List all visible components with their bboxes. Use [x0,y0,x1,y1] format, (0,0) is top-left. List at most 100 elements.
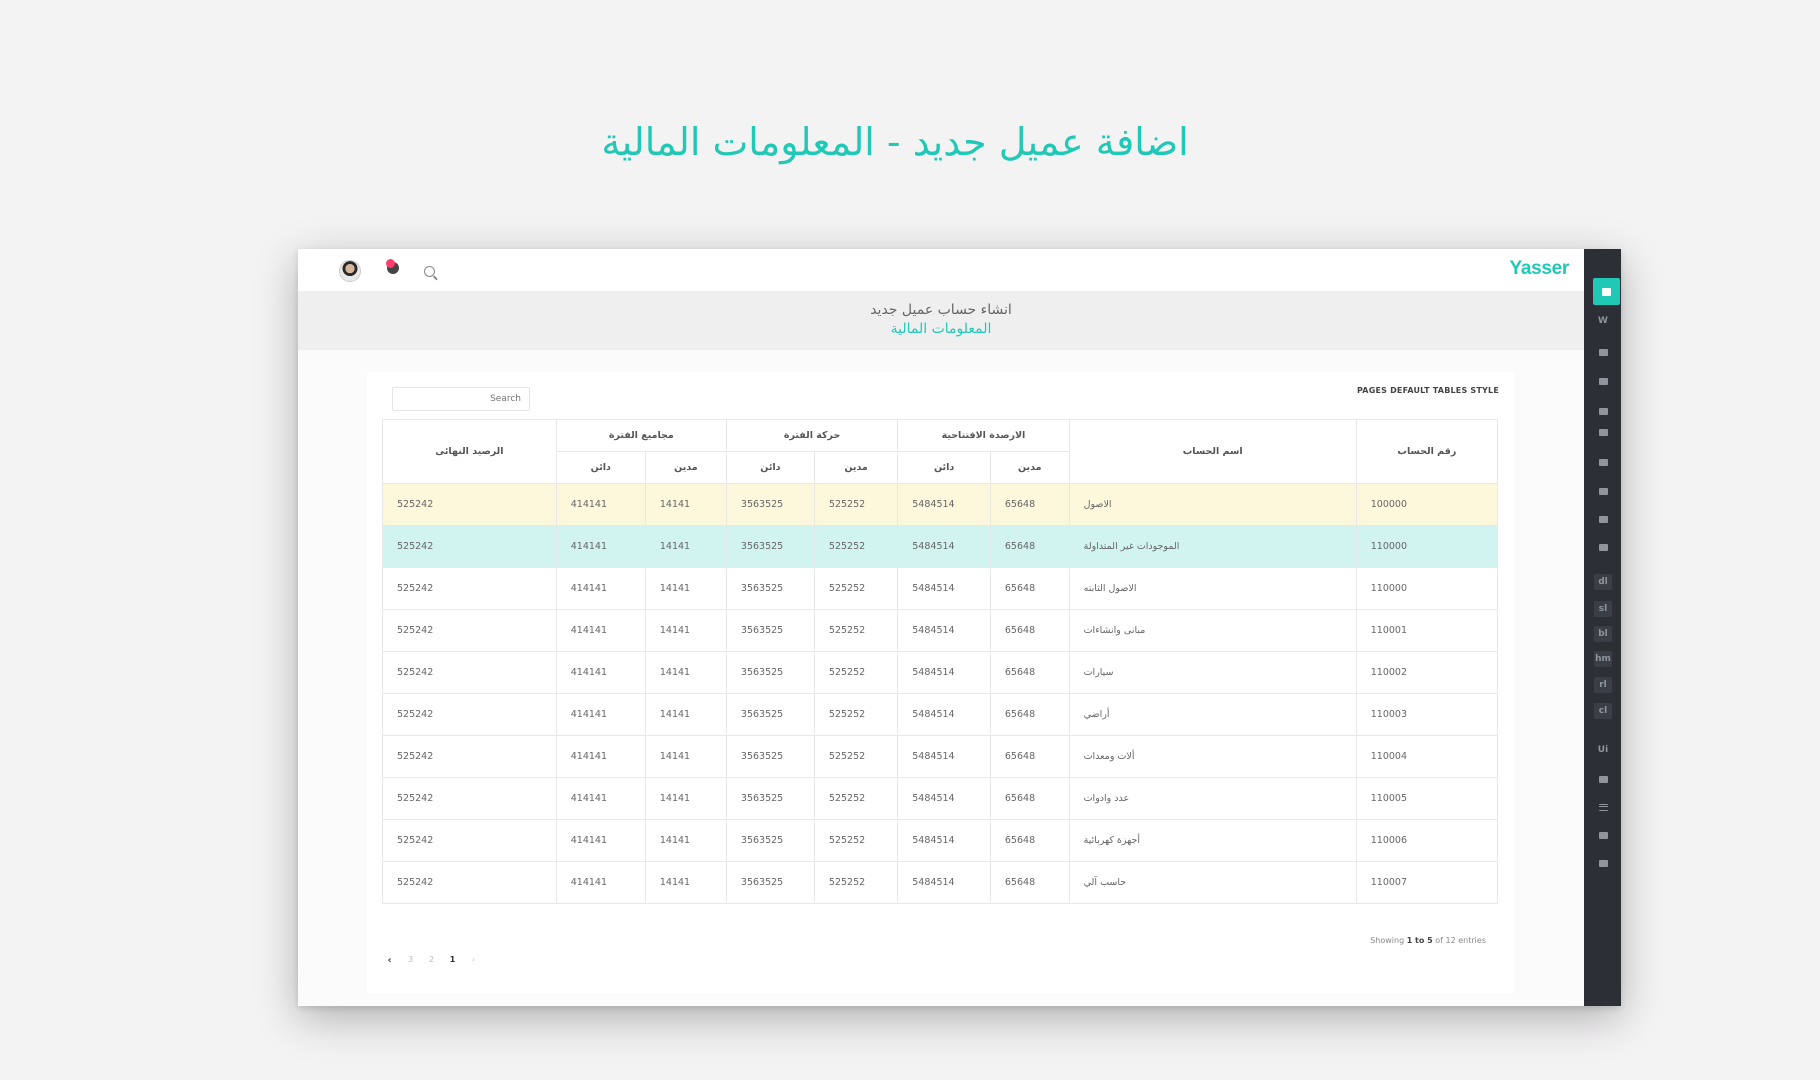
sidebar-widgets-icon[interactable]: W [1594,313,1612,329]
cell-totals-debit: 14141 [644,819,727,862]
cell-final-balance: 525242 [382,777,557,820]
cell-movement-credit: 3563525 [725,651,815,694]
window-icon [1598,831,1608,839]
brand-logo[interactable]: Yasser [1510,258,1570,280]
cell-totals-credit: 414141 [555,567,646,610]
table-search-input[interactable] [392,387,530,411]
pagination-prev-button[interactable]: ‹ [379,955,400,966]
cell-account-number: 110007 [1355,861,1499,904]
cell-movement-debit: 525252 [813,735,899,778]
cell-final-balance: 525242 [382,735,557,778]
cell-movement-credit: 3563525 [725,483,815,526]
header-period-movement: حركة الفترة [725,419,899,452]
header-movement-debit[interactable]: مدين [813,451,899,484]
table-row[interactable]: 110007 حاسب آلي 65648 5484514 525252 3563525 1… [382,861,1499,904]
cell-movement-debit: 525252 [813,651,899,694]
sidebar-calendar-icon[interactable] [1594,403,1612,419]
showcase-title: اضافة عميل جديد - المعلومات المالية [601,120,1189,164]
table-row[interactable]: 110001 مبانى وانشاءات 65648 5484514 525252 35… [382,609,1499,652]
cell-totals-debit: 14141 [644,693,727,736]
card-icon-2 [1598,458,1608,466]
cell-opening-debit: 65648 [989,483,1070,526]
page-subtitle[interactable]: المعلومات المالية [298,321,1584,337]
sidebar-card-icon[interactable] [1594,373,1612,389]
header-account-name[interactable]: اسم الحساب [1068,419,1357,484]
cell-movement-credit: 3563525 [725,861,815,904]
cell-opening-credit: 5484514 [897,525,991,568]
header-opening-debit[interactable]: مدين [989,451,1070,484]
app-window: Yasser انشاء حساب عميل جديد المعلومات ال… [298,249,1621,1006]
cell-totals-debit: 14141 [644,777,727,820]
cell-opening-debit: 65648 [989,609,1070,652]
pagination: ‹ 3 2 1 › [379,955,484,966]
table-row[interactable]: 110003 أراضي 65648 5484514 525252 3563525 1414… [382,693,1499,736]
table-row[interactable]: 110000 الاصول الثابته 65648 5484514 525252 35… [382,567,1499,610]
table-row[interactable]: 110000 الموجودات غير المتداولة 65648 548451… [382,525,1499,568]
cell-movement-debit: 525252 [813,525,899,568]
content-area: PAGES DEFAULT TABLES STYLE رقم الحساب اس… [298,350,1584,1006]
sidebar-document-icon[interactable] [1594,771,1612,787]
cell-account-number: 110005 [1355,777,1499,820]
sidebar-dl-item[interactable]: dl [1594,574,1612,590]
sidebar-mail-icon-2[interactable] [1594,424,1612,440]
showing-range: 1 to 5 [1406,936,1433,945]
calendar-icon-2 [1598,487,1608,495]
cell-movement-debit: 525252 [813,609,899,652]
cell-opening-credit: 5484514 [897,609,991,652]
cell-opening-credit: 5484514 [897,651,991,694]
top-bar: Yasser [298,249,1584,291]
header-totals-debit[interactable]: مدين [644,451,727,484]
sidebar-table-icon[interactable] [1594,855,1612,871]
sidebar-gallery-icon[interactable] [1594,511,1612,527]
cell-account-number: 110000 [1355,567,1499,610]
sidebar-calendar-icon-2[interactable] [1594,483,1612,499]
layout-icon [1598,543,1608,551]
cell-totals-debit: 14141 [644,651,727,694]
header-final-balance[interactable]: الرصيد النهائى [382,419,557,484]
cell-totals-debit: 14141 [644,609,727,652]
pagination-page-2[interactable]: 2 [421,955,442,966]
header-account-number[interactable]: رقم الحساب [1355,419,1499,484]
calendar-icon [1598,407,1608,415]
showing-prefix: Showing [1370,936,1405,945]
table-row[interactable]: 100000 الاصول 65648 5484514 525252 3563525 141… [382,483,1499,526]
sidebar-cl-item[interactable]: cl [1594,703,1612,719]
sidebar-home-icon[interactable] [1593,278,1620,305]
sidebar-mail-icon[interactable] [1594,344,1612,360]
sidebar-card-icon-2[interactable] [1594,454,1612,470]
header-opening-credit[interactable]: دائن [897,451,991,484]
cell-totals-debit: 14141 [644,525,727,568]
sidebar-menu-icon[interactable] [1594,799,1612,815]
pagination-page-3[interactable]: 3 [400,955,421,966]
header-totals-credit[interactable]: دائن [555,451,646,484]
header-movement-credit[interactable]: دائن [725,451,815,484]
table-row[interactable]: 110002 سيارات 65648 5484514 525252 3563525 141… [382,651,1499,694]
table-row[interactable]: 110006 أجهزة كهربائية 65648 5484514 525252 35… [382,819,1499,862]
sidebar-ui-item[interactable]: Ui [1594,742,1612,758]
cell-movement-debit: 525252 [813,777,899,820]
sidebar-sl-item[interactable]: sl [1594,601,1612,617]
cell-totals-credit: 414141 [555,651,646,694]
cell-opening-credit: 5484514 [897,861,991,904]
cell-account-name: سيارات [1068,651,1357,694]
pagination-next-button[interactable]: › [463,955,484,966]
sidebar-bl-item[interactable]: bl [1594,626,1612,642]
table-row[interactable]: 110004 ألات ومعدات 65648 5484514 525252 35635… [382,735,1499,778]
cell-final-balance: 525242 [382,483,557,526]
table-row[interactable]: 110005 عدد وادوات 65648 5484514 525252 356352… [382,777,1499,820]
cell-account-number: 110006 [1355,819,1499,862]
search-icon[interactable] [424,266,435,277]
page-heading: انشاء حساب عميل جديد المعلومات المالية [298,291,1584,350]
card-icon [1598,377,1608,385]
sidebar: Wdl sl bl hm rl cl Ui [1584,249,1621,1006]
cell-account-name: عدد وادوات [1068,777,1357,820]
cell-movement-debit: 525252 [813,861,899,904]
sidebar-window-icon[interactable] [1594,827,1612,843]
sidebar-hm-item[interactable]: hm [1594,651,1612,667]
sidebar-layout-icon[interactable] [1594,539,1612,555]
sidebar-rl-item[interactable]: rl [1594,677,1612,693]
pagination-page-1[interactable]: 1 [442,955,463,966]
user-avatar[interactable] [339,260,361,282]
cell-movement-credit: 3563525 [725,609,815,652]
cell-final-balance: 525242 [382,693,557,736]
